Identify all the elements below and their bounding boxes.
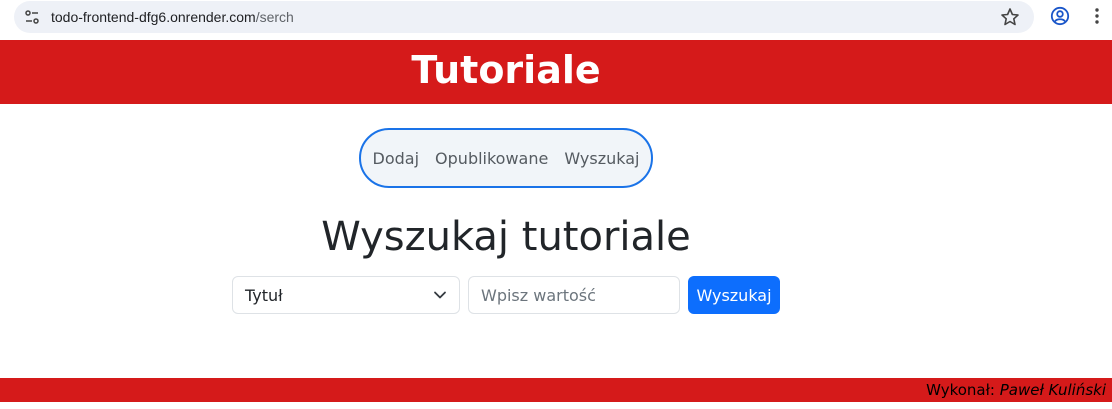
site-header: Tutoriale [0,40,1112,104]
footer-author: Paweł Kuliński [999,381,1106,399]
search-field-select-value: Tytuł [245,285,283,305]
footer-credit: Wykonał: Paweł Kuliński [926,381,1106,399]
url-text[interactable]: todo-frontend-dfg6.onrender.com/serch [51,9,294,25]
nav-link-published[interactable]: Opublikowane [435,149,548,168]
site-title: Tutoriale [411,48,601,92]
page-title: Wyszukaj tutoriale [321,214,691,260]
site-info-icon[interactable] [24,9,40,25]
url-host: todo-frontend-dfg6.onrender.com [51,9,256,25]
browser-toolbar: todo-frontend-dfg6.onrender.com/serch [0,0,1112,40]
search-field-select[interactable]: Tytuł [232,276,460,314]
menu-icon[interactable] [1087,6,1107,26]
bottom-strip [0,402,1112,409]
url-path: /serch [255,9,294,25]
footer-label: Wykonał: [926,381,995,399]
search-value-input[interactable] [468,276,680,314]
main-nav: Dodaj Opublikowane Wyszukaj [359,128,653,188]
chevron-down-icon [434,291,446,299]
profile-icon[interactable] [1050,6,1070,26]
bookmark-star-icon[interactable] [1000,7,1020,27]
site-footer: Wykonał: Paweł Kuliński [0,378,1112,402]
nav-link-search[interactable]: Wyszukaj [564,149,639,168]
search-button[interactable]: Wyszukaj [688,276,780,314]
nav-link-add[interactable]: Dodaj [373,149,420,168]
address-bar[interactable]: todo-frontend-dfg6.onrender.com/serch [14,1,1034,33]
